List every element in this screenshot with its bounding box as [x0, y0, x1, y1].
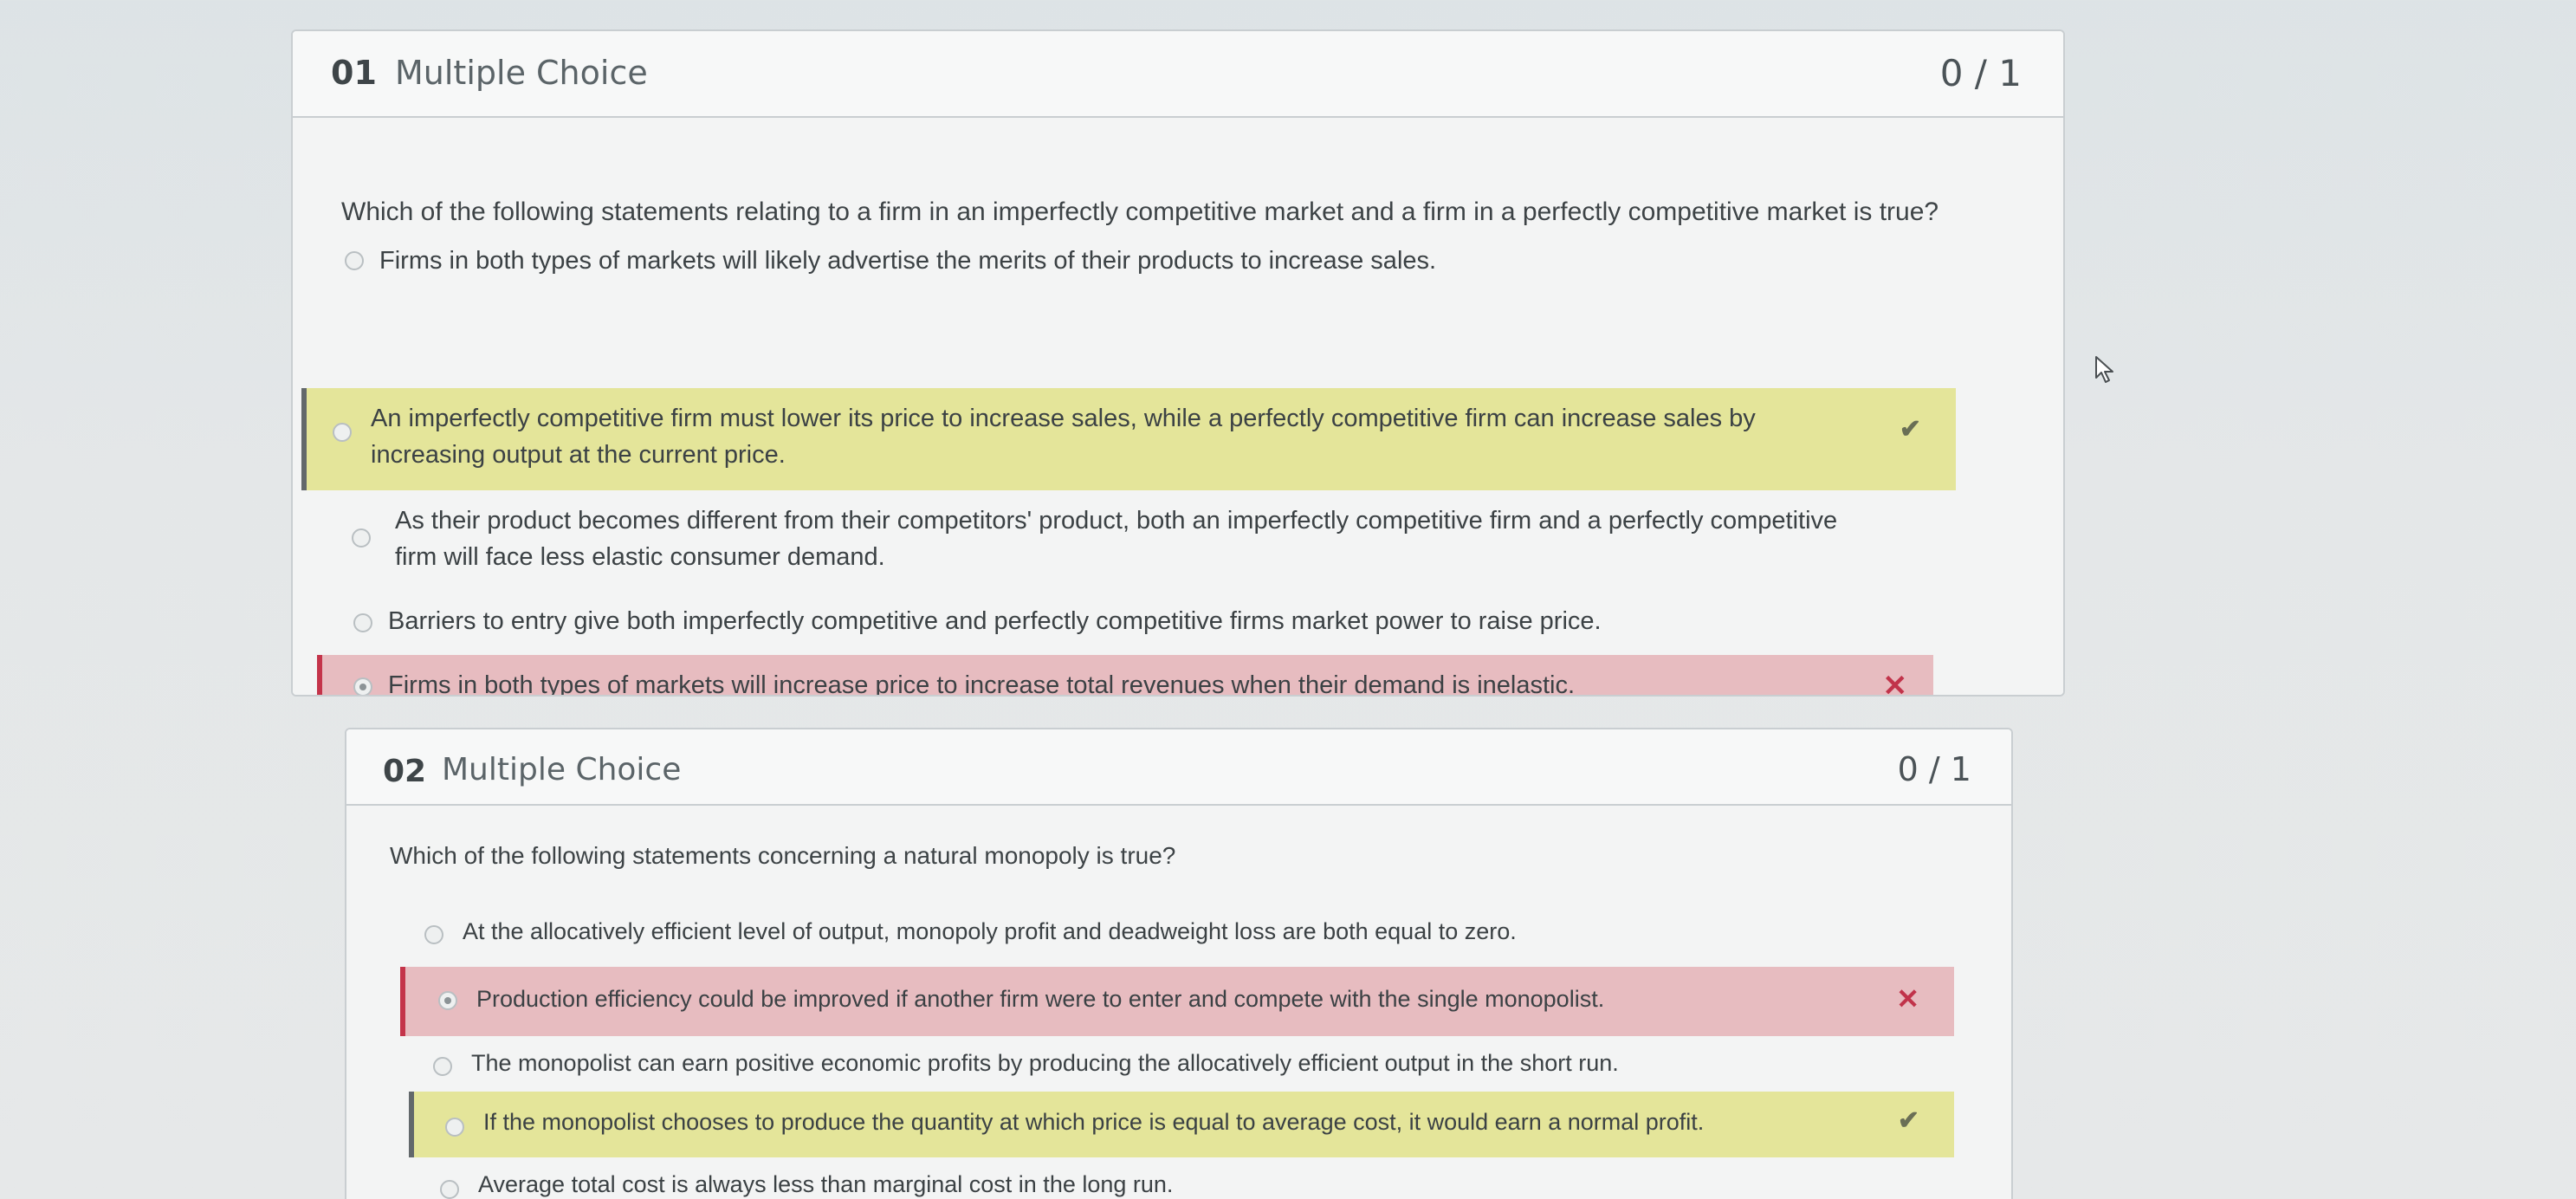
- question-prompt: Which of the following statements concer…: [390, 842, 1176, 869]
- answer-option-text: If the monopolist chooses to produce the…: [483, 1109, 1705, 1135]
- question-card-2: 02 Multiple Choice 0 / 1 Which of the fo…: [345, 728, 2013, 1199]
- question-number: 01: [331, 54, 377, 92]
- answer-option-text: As their product becomes different from …: [395, 507, 1838, 571]
- answer-option-text: Firms in both types of markets will like…: [379, 247, 1437, 275]
- answer-option-selected-wrong[interactable]: Production efficiency could be improved …: [400, 967, 1954, 1036]
- answer-option[interactable]: The monopolist can earn positive economi…: [433, 1040, 1906, 1088]
- answer-option[interactable]: At the allocatively efficient level of o…: [424, 910, 1897, 958]
- answer-option-correct[interactable]: If the monopolist chooses to produce the…: [409, 1092, 1954, 1157]
- answer-option-correct[interactable]: An imperfectly competitive firm must low…: [301, 388, 1956, 490]
- radio-button-selected[interactable]: [353, 677, 372, 695]
- question-type: Multiple Choice: [395, 54, 648, 92]
- radio-button[interactable]: [353, 613, 372, 632]
- radio-button[interactable]: [440, 1180, 459, 1199]
- answer-option-text: At the allocatively efficient level of o…: [463, 918, 1517, 944]
- answer-option[interactable]: Average total cost is always less than m…: [440, 1161, 1913, 1199]
- question-number: 02: [383, 754, 427, 789]
- question-body: Which of the following statements concer…: [346, 806, 2011, 1199]
- radio-button[interactable]: [333, 423, 352, 442]
- question-score: 0 / 1: [1897, 750, 1971, 788]
- answer-option-selected-wrong[interactable]: Firms in both types of markets will incr…: [317, 655, 1933, 697]
- answer-option-text: Barriers to entry give both imperfectly …: [388, 607, 1602, 635]
- question-header: 01 Multiple Choice 0 / 1: [293, 31, 2063, 118]
- answer-option[interactable]: Firms in both types of markets will like…: [345, 239, 1990, 291]
- radio-button-selected[interactable]: [438, 991, 457, 1010]
- question-prompt: Which of the following statements relati…: [341, 198, 1939, 226]
- question-type: Multiple Choice: [442, 752, 682, 787]
- radio-button[interactable]: [424, 925, 443, 944]
- checkmark-icon: ✔: [1897, 1106, 1919, 1135]
- answer-option-text: The monopolist can earn positive economi…: [471, 1050, 1619, 1076]
- radio-button[interactable]: [352, 528, 371, 548]
- cross-icon: ✕: [1896, 983, 1919, 1014]
- answer-option[interactable]: As their product becomes different from …: [345, 499, 1973, 586]
- mouse-pointer-icon: [2095, 356, 2113, 383]
- question-score: 0 / 1: [1939, 52, 2022, 94]
- answer-option-text: Production efficiency could be improved …: [476, 986, 1605, 1012]
- answer-option[interactable]: Barriers to entry give both imperfectly …: [353, 600, 1982, 651]
- radio-button[interactable]: [433, 1057, 452, 1076]
- radio-button[interactable]: [445, 1118, 464, 1137]
- question-body: Which of the following statements relati…: [293, 118, 2063, 695]
- answer-option-text: Average total cost is always less than m…: [478, 1171, 1174, 1197]
- answer-option-text: Firms in both types of markets will incr…: [388, 671, 1576, 697]
- answer-option-text: An imperfectly competitive firm must low…: [371, 405, 1756, 469]
- radio-button[interactable]: [345, 251, 364, 270]
- question-card-1: 01 Multiple Choice 0 / 1 Which of the fo…: [291, 29, 2065, 697]
- cross-icon: ✕: [1882, 670, 1908, 697]
- question-header: 02 Multiple Choice 0 / 1: [346, 729, 2011, 806]
- checkmark-icon: ✔: [1899, 415, 1921, 444]
